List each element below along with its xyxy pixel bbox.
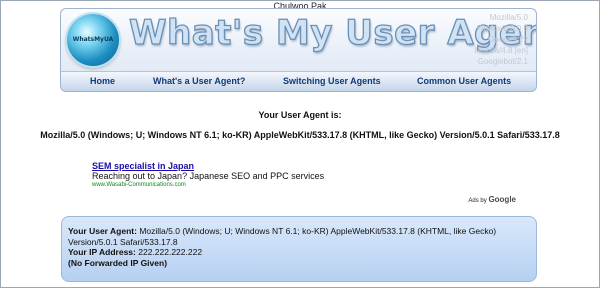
nav-item-common-user-agents[interactable]: Common User Agents [417,76,511,86]
ua-label: Your User Agent: [68,226,137,236]
logo-badge-text: WhatsMyUA [72,36,114,43]
nav-item-whats-user-agent[interactable]: What's a User Agent? [153,76,245,86]
nav-item-switching-user-agents[interactable]: Switching User Agents [283,76,381,86]
agent-watermark-list: Mozilla/5.0 Firefox/2.0.0.6 Opera/9.22 M… [474,12,528,67]
user-agent-string: Mozilla/5.0 (Windows; U; Windows NT 6.1;… [40,130,560,140]
ad-box: SEM specialist in Japan Reaching out to … [80,153,520,208]
ip-label: Your IP Address: [68,247,136,257]
ads-by-label: Ads by [468,198,487,204]
ads-by-google-link[interactable]: Ads by Google [468,195,516,204]
ad-description: Reaching out to Japan? Japanese SEO and … [92,171,325,181]
user-agent-heading: Your User Agent is: [258,110,342,120]
globe-logo-icon[interactable]: WhatsMyUA [67,14,119,66]
google-logo: Google [488,195,516,204]
agent-watermark-item: Opera/9.22 [487,35,528,44]
ad-url[interactable]: www.Wasabi-Communications.com [92,182,186,188]
site-header: WhatsMyUA What's My User Agent? Mozilla/… [60,8,537,92]
nav-item-home[interactable]: Home [90,76,115,86]
info-content: Your User Agent: Mozilla/5.0 (Windows; U… [68,226,528,268]
agent-watermark-item: Firefox/2.0.0.6 [476,24,528,33]
agent-watermark-item: Googlebot/2.1 [477,57,528,66]
ip-value: 222.222.222.222 [138,247,203,257]
forwarded-ip-note: (No Forwarded IP Given) [68,257,168,268]
info-box: Your User Agent: Mozilla/5.0 (Windows; U… [61,216,537,282]
agent-watermark-item: Mozilla/4.8 [en] [474,46,528,55]
ad-title-link[interactable]: SEM specialist in Japan [92,161,194,171]
nav-bar: Home What's a User Agent? Switching User… [61,71,536,91]
agent-watermark-item: Mozilla/5.0 [489,13,528,22]
